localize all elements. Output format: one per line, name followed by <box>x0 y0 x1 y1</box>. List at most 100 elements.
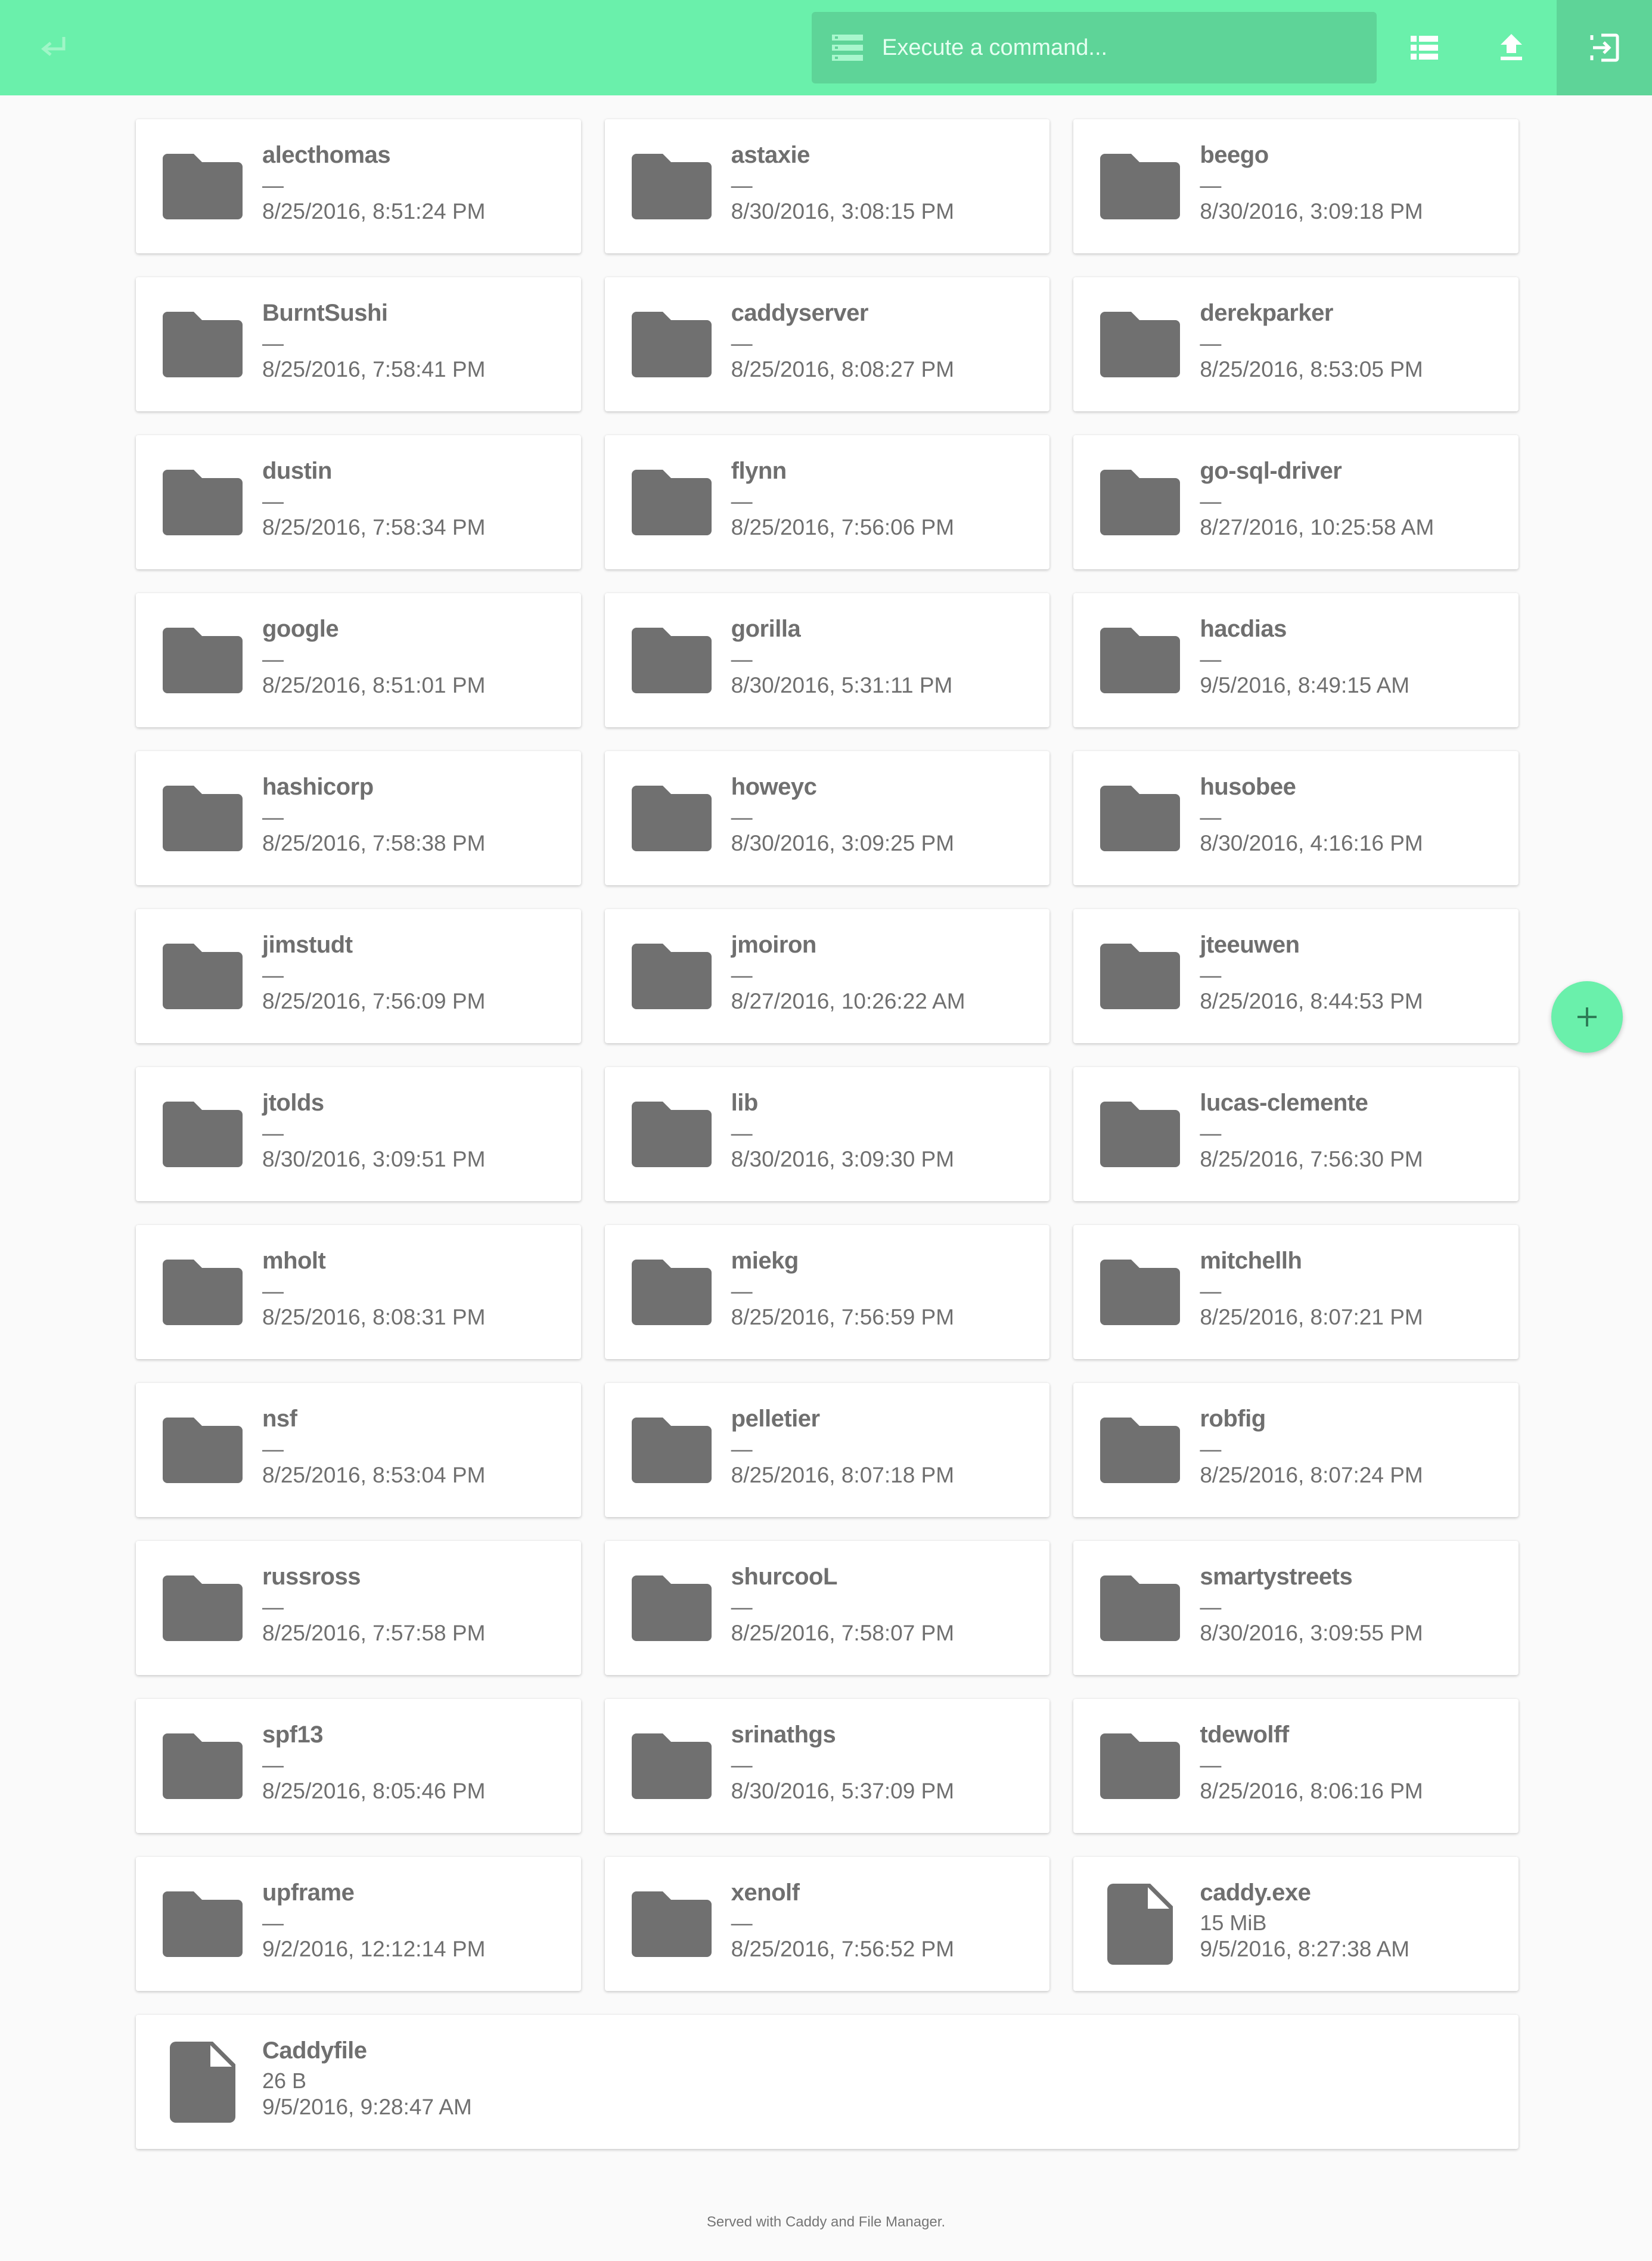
folder-item[interactable]: howeyc —8/30/2016, 3:09:25 PM <box>604 751 1050 885</box>
folder-item[interactable]: jimstudt —8/25/2016, 7:56:09 PM <box>136 909 581 1043</box>
folder-icon <box>625 1252 718 1332</box>
folder-item[interactable]: mitchellh —8/25/2016, 8:07:21 PM <box>1073 1225 1519 1359</box>
item-name: caddy.exe <box>1200 1879 1311 1906</box>
file-item[interactable]: Caddyfile 26 B 9/5/2016, 9:28:47 AM <box>136 2015 1519 2149</box>
folder-item[interactable]: hashicorp —8/25/2016, 7:58:38 PM <box>136 751 581 885</box>
folder-item[interactable]: go-sql-driver —8/27/2016, 10:25:58 AM <box>1073 435 1519 569</box>
item-modified: 8/30/2016, 5:37:09 PM <box>731 1779 955 1803</box>
file-item[interactable]: caddy.exe 15 MiB 9/5/2016, 8:27:38 AM <box>1073 1857 1519 1991</box>
item-size: — <box>731 963 753 987</box>
folder-icon <box>1094 1094 1187 1174</box>
folder-item[interactable]: lucas-clemente —8/25/2016, 7:56:30 PM <box>1073 1067 1519 1201</box>
back-button[interactable] <box>36 30 72 66</box>
item-name: russross <box>262 1564 361 1590</box>
item-modified: 8/27/2016, 10:25:58 AM <box>1200 515 1434 539</box>
folder-icon <box>1094 621 1187 700</box>
item-modified: 8/25/2016, 7:57:58 PM <box>262 1621 486 1645</box>
item-size: — <box>262 1910 284 1935</box>
item-size: — <box>262 1279 284 1303</box>
folder-icon <box>625 147 718 227</box>
item-size: — <box>262 489 284 513</box>
folder-item[interactable]: dustin —8/25/2016, 7:58:34 PM <box>136 435 581 569</box>
item-size: — <box>262 1437 284 1461</box>
item-modified: 9/2/2016, 12:12:14 PM <box>262 1937 486 1961</box>
file-listing: alecthomas — 8/25/2016, 8:51:24 PM astaxie —… <box>136 119 1519 2173</box>
folder-item[interactable]: jtolds —8/30/2016, 3:09:51 PM <box>136 1067 581 1201</box>
item-modified: 8/25/2016, 8:53:05 PM <box>1200 357 1423 382</box>
folder-icon <box>625 936 718 1016</box>
folder-icon <box>156 305 249 384</box>
item-name: husobee <box>1200 774 1296 800</box>
item-size: — <box>1200 331 1222 355</box>
item-modified: 8/25/2016, 7:58:38 PM <box>262 831 486 855</box>
folder-item[interactable]: jteeuwen —8/25/2016, 8:44:53 PM <box>1073 909 1519 1043</box>
item-size: — <box>262 805 284 829</box>
listing-row: nsf —8/25/2016, 8:53:04 PM pelletier —8/25/… <box>136 1383 1519 1517</box>
item-modified: 8/30/2016, 3:09:30 PM <box>731 1147 955 1171</box>
item-name: xenolf <box>731 1879 800 1906</box>
folder-item[interactable]: caddyserver —8/25/2016, 8:08:27 PM <box>604 277 1050 411</box>
folder-item[interactable]: lib —8/30/2016, 3:09:30 PM <box>604 1067 1050 1201</box>
item-modified: 8/25/2016, 8:53:04 PM <box>262 1463 486 1487</box>
folder-item[interactable]: gorilla —8/30/2016, 5:31:11 PM <box>604 593 1050 727</box>
folder-item[interactable]: beego —8/30/2016, 3:09:18 PM <box>1073 119 1519 253</box>
folder-item[interactable]: jmoiron —8/27/2016, 10:26:22 AM <box>604 909 1050 1043</box>
folder-item[interactable]: hacdias —9/5/2016, 8:49:15 AM <box>1073 593 1519 727</box>
folder-item[interactable]: google —8/25/2016, 8:51:01 PM <box>136 593 581 727</box>
item-size: — <box>1200 1595 1222 1619</box>
folder-item[interactable]: astaxie —8/30/2016, 3:08:15 PM <box>604 119 1050 253</box>
folder-item[interactable]: srinathgs —8/30/2016, 5:37:09 PM <box>604 1699 1050 1833</box>
folder-icon <box>625 1410 718 1490</box>
folder-icon <box>1094 936 1187 1016</box>
upload-button[interactable] <box>1488 24 1535 72</box>
item-modified: 8/25/2016, 8:51:24 PM <box>262 199 486 224</box>
folder-item[interactable]: derekparker —8/25/2016, 8:53:05 PM <box>1073 277 1519 411</box>
folder-item[interactable]: smartystreets —8/30/2016, 3:09:55 PM <box>1073 1541 1519 1675</box>
item-name: jimstudt <box>262 932 353 958</box>
plus-icon <box>1578 1007 1597 1026</box>
folder-item[interactable]: robfig —8/25/2016, 8:07:24 PM <box>1073 1383 1519 1517</box>
list-view-icon <box>1411 36 1438 60</box>
folder-item[interactable]: xenolf —8/25/2016, 7:56:52 PM <box>604 1857 1050 1991</box>
item-name: gorilla <box>731 616 801 642</box>
command-input[interactable] <box>882 24 1359 72</box>
file-icon <box>156 2042 249 2123</box>
folder-icon <box>1094 779 1187 858</box>
item-name: hashicorp <box>262 774 374 800</box>
folder-item[interactable]: husobee —8/30/2016, 4:16:16 PM <box>1073 751 1519 885</box>
item-modified: 8/27/2016, 10:26:22 AM <box>731 989 965 1013</box>
item-name: spf13 <box>262 1722 324 1748</box>
item-size: — <box>1200 1753 1222 1777</box>
listing-row: upframe —9/2/2016, 12:12:14 PM xenolf —8/25… <box>136 1857 1519 1991</box>
item-name: shurcooL <box>731 1564 838 1590</box>
item-modified: 8/30/2016, 3:09:55 PM <box>1200 1621 1423 1645</box>
item-modified: 8/25/2016, 7:58:34 PM <box>262 515 486 539</box>
folder-item[interactable]: upframe —9/2/2016, 12:12:14 PM <box>136 1857 581 1991</box>
folder-item[interactable]: BurntSushi —8/25/2016, 7:58:41 PM <box>136 277 581 411</box>
item-name: miekg <box>731 1248 799 1274</box>
view-toggle-button[interactable] <box>1401 24 1448 72</box>
item-size: — <box>731 173 753 197</box>
folder-item[interactable]: miekg —8/25/2016, 7:56:59 PM <box>604 1225 1050 1359</box>
listing-row: Caddyfile 26 B 9/5/2016, 9:28:47 AM <box>136 2015 1519 2149</box>
item-name: jmoiron <box>731 932 817 958</box>
folder-icon <box>625 1726 718 1806</box>
item-name: BurntSushi <box>262 300 388 326</box>
item-modified: 8/30/2016, 5:31:11 PM <box>731 673 953 697</box>
folder-item[interactable]: nsf —8/25/2016, 8:53:04 PM <box>136 1383 581 1517</box>
item-name: beego <box>1200 142 1269 168</box>
folder-item[interactable]: spf13 —8/25/2016, 8:05:46 PM <box>136 1699 581 1833</box>
folder-item[interactable]: pelletier —8/25/2016, 8:07:18 PM <box>604 1383 1050 1517</box>
item-name: google <box>262 616 339 642</box>
folder-item[interactable]: flynn —8/25/2016, 7:56:06 PM <box>604 435 1050 569</box>
folder-item[interactable]: tdewolff —8/25/2016, 8:06:16 PM <box>1073 1699 1519 1833</box>
logout-button[interactable] <box>1557 0 1652 95</box>
item-size: — <box>731 647 753 671</box>
folder-item[interactable]: mholt —8/25/2016, 8:08:31 PM <box>136 1225 581 1359</box>
folder-item[interactable]: russross —8/25/2016, 7:57:58 PM <box>136 1541 581 1675</box>
item-name: lucas-clemente <box>1200 1090 1368 1116</box>
folder-item[interactable]: shurcooL —8/25/2016, 7:58:07 PM <box>604 1541 1050 1675</box>
folder-item[interactable]: alecthomas —8/25/2016, 8:51:24 PM <box>136 119 581 253</box>
new-item-fab[interactable] <box>1551 981 1623 1053</box>
folder-icon <box>625 1884 718 1964</box>
